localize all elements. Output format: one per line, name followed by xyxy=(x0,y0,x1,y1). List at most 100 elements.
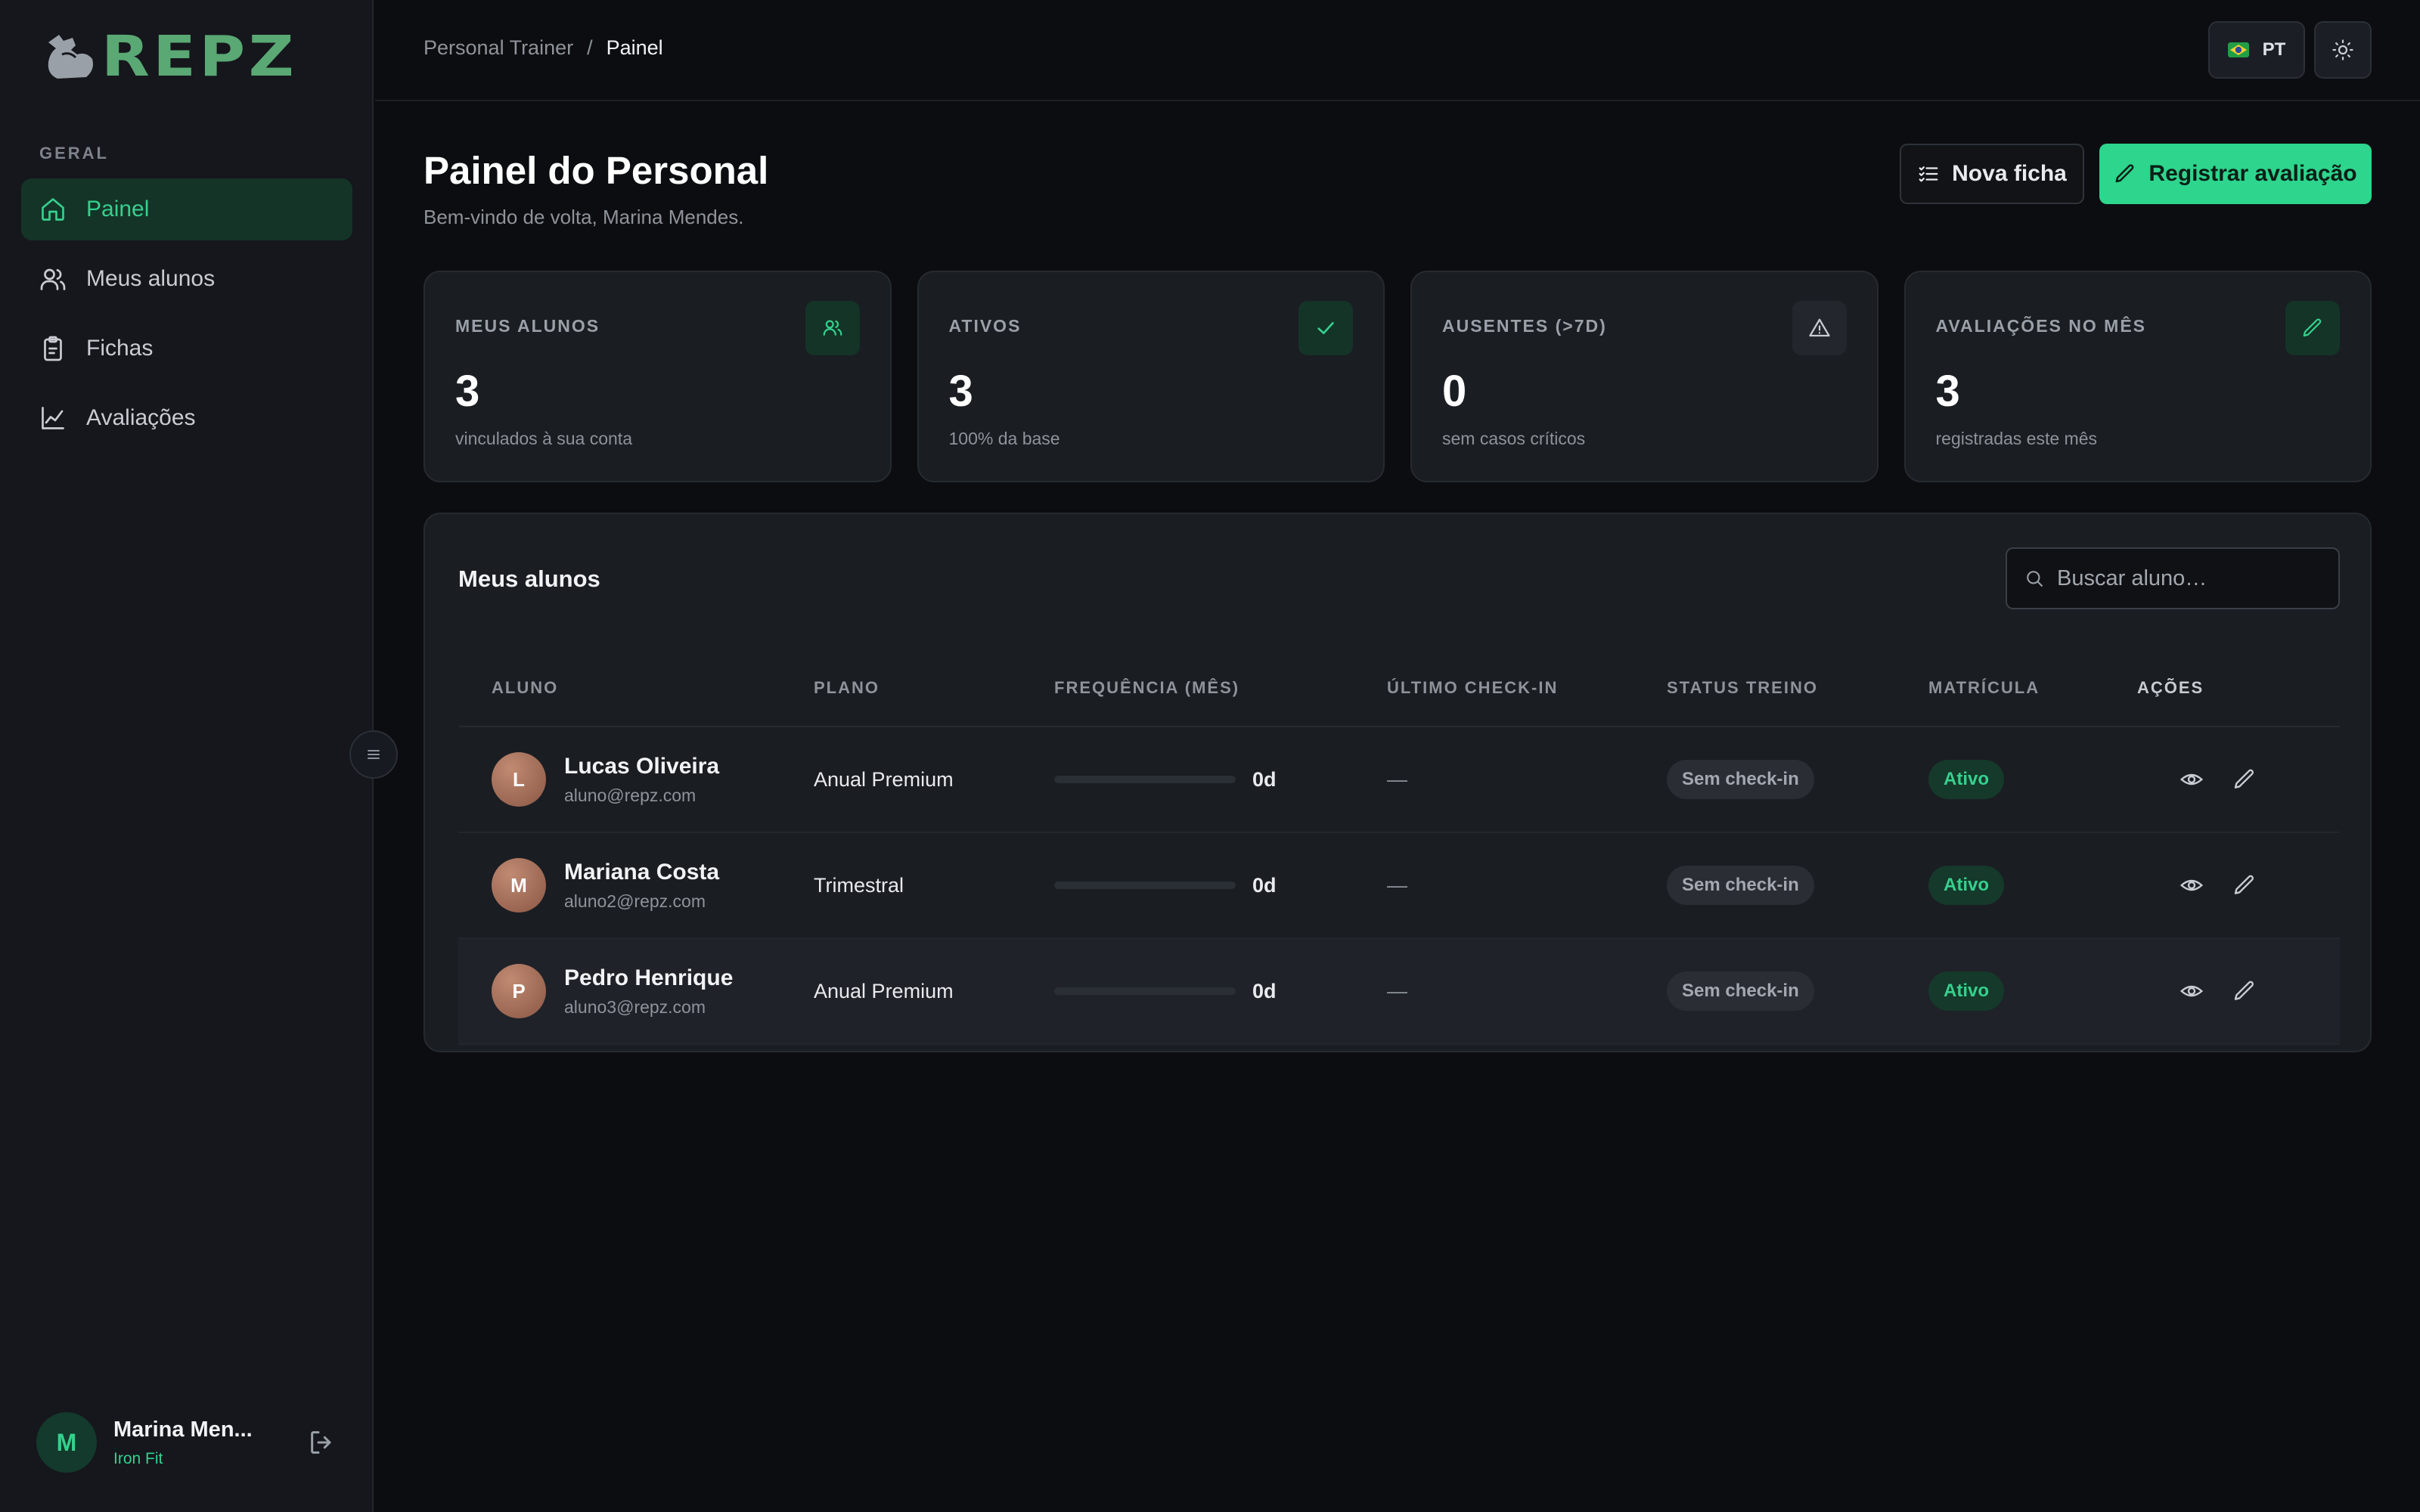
status-badge: Sem check-in xyxy=(1667,971,1814,1011)
stat-card-my-students: MEUS ALUNOS 3 vinculados à sua conta xyxy=(424,271,892,482)
pencil-icon xyxy=(2115,164,2134,183)
stat-card-active: ATIVOS 3 100% da base xyxy=(917,271,1385,482)
column-header-frequency[interactable]: FREQUÊNCIA (MÊS) xyxy=(1054,678,1387,698)
logo-wordmark: REPZ xyxy=(101,24,298,89)
sidebar-item-painel[interactable]: Painel xyxy=(21,178,352,240)
student-email: aluno@repz.com xyxy=(564,785,697,805)
pencil-icon[interactable] xyxy=(2232,873,2257,897)
sidebar-item-avaliacoes[interactable]: Avaliações xyxy=(21,387,352,449)
page-subtitle: Bem-vindo de volta, Marina Mendes. xyxy=(424,206,744,228)
search-input[interactable] xyxy=(2057,565,2329,591)
student-plan: Anual Premium xyxy=(814,979,954,1002)
status-badge: Sem check-in xyxy=(1667,866,1814,905)
stat-label: MEUS ALUNOS xyxy=(455,316,600,336)
app-logo[interactable]: REPZ xyxy=(42,29,294,85)
sidebar-item-label: Painel xyxy=(86,197,150,222)
table-row[interactable]: P Pedro Henrique aluno3@repz.com Anual P… xyxy=(458,939,2340,1045)
sidebar-item-fichas[interactable]: Fichas xyxy=(21,318,352,380)
stat-value: 0 xyxy=(1442,367,1467,416)
frequency-value: 0d xyxy=(1252,873,1277,897)
frequency-bar xyxy=(1054,881,1236,889)
column-header-student[interactable]: ALUNO xyxy=(458,678,814,698)
topbar: Personal Trainer / Painel PT xyxy=(375,0,2420,101)
enrollment-badge: Ativo xyxy=(1928,971,2004,1011)
user-name: Marina Men... xyxy=(113,1417,253,1442)
brazil-flag-icon xyxy=(2227,42,2249,57)
stat-label: AVALIAÇÕES NO MÊS xyxy=(1935,316,2146,336)
table-row[interactable]: L Lucas Oliveira aluno@repz.com Anual Pr… xyxy=(458,727,2340,833)
breadcrumb-parent[interactable]: Personal Trainer xyxy=(424,36,573,60)
language-label: PT xyxy=(2262,39,2286,60)
search-icon xyxy=(2027,571,2043,587)
last-checkin: — xyxy=(1387,979,1407,1002)
sidebar: REPZ GERAL Painel Meus alunos Fichas Ava… xyxy=(0,0,374,1512)
logout-icon[interactable] xyxy=(307,1427,337,1458)
stat-value: 3 xyxy=(948,367,973,416)
check-icon xyxy=(1298,301,1353,355)
chart-line-icon xyxy=(42,407,64,429)
avatar: L xyxy=(492,752,546,807)
stat-description: 100% da base xyxy=(948,429,1060,448)
student-email: aluno3@repz.com xyxy=(564,996,706,1017)
user-organization: Iron Fit xyxy=(113,1449,163,1467)
column-header-plan[interactable]: PLANO xyxy=(814,678,1054,698)
search-box[interactable] xyxy=(2006,547,2340,609)
avatar: M xyxy=(36,1412,97,1473)
breadcrumb-current: Painel xyxy=(606,36,663,59)
stat-card-absent: AUSENTES (>7D) 0 sem casos críticos xyxy=(1410,271,1879,482)
sidebar-item-label: Avaliações xyxy=(86,405,196,430)
sidebar-item-label: Fichas xyxy=(86,336,154,361)
warning-icon xyxy=(1792,301,1847,355)
eye-icon[interactable] xyxy=(2180,873,2204,897)
status-badge: Sem check-in xyxy=(1667,760,1814,799)
avatar: P xyxy=(492,964,546,1018)
sidebar-item-meus-alunos[interactable]: Meus alunos xyxy=(21,248,352,310)
column-header-training-status[interactable]: STATUS TREINO xyxy=(1667,678,1928,698)
enrollment-badge: Ativo xyxy=(1928,760,2004,799)
stat-description: sem casos críticos xyxy=(1442,429,1586,448)
student-name: Mariana Costa xyxy=(564,859,720,885)
pencil-icon[interactable] xyxy=(2232,979,2257,1003)
sun-icon xyxy=(2332,39,2353,60)
students-panel: Meus alunos ALUNO PLANO FREQUÊNCIA (MÊS)… xyxy=(424,513,2372,1052)
stats-row: MEUS ALUNOS 3 vinculados à sua conta ATI… xyxy=(424,271,2372,482)
student-name: Lucas Oliveira xyxy=(564,753,720,779)
student-plan: Anual Premium xyxy=(814,767,954,791)
eye-icon[interactable] xyxy=(2180,767,2204,792)
student-email: aluno2@repz.com xyxy=(564,891,706,911)
theme-toggle-button[interactable] xyxy=(2314,21,2372,79)
last-checkin: — xyxy=(1387,873,1407,897)
user-profile[interactable]: M Marina Men... Iron Fit xyxy=(36,1412,346,1473)
register-assessment-button[interactable]: Registrar avaliação xyxy=(2099,144,2372,204)
new-sheet-button[interactable]: Nova ficha xyxy=(1900,144,2084,204)
table-row[interactable]: M Mariana Costa aluno2@repz.com Trimestr… xyxy=(458,833,2340,939)
register-assessment-label: Registrar avaliação xyxy=(2149,161,2357,186)
column-header-actions: AÇÕES xyxy=(2137,678,2204,697)
column-header-enrollment[interactable]: MATRÍCULA xyxy=(1928,678,2137,698)
column-header-last-checkin[interactable]: ÚLTIMO CHECK-IN xyxy=(1387,678,1667,698)
pencil-icon[interactable] xyxy=(2232,767,2257,792)
student-name: Pedro Henrique xyxy=(564,965,734,990)
flexed-arm-icon xyxy=(48,35,93,79)
frequency-value: 0d xyxy=(1252,767,1277,791)
stat-value: 3 xyxy=(1935,367,1960,416)
stat-label: AUSENTES (>7D) xyxy=(1442,316,1607,336)
users-icon xyxy=(40,268,66,290)
collapse-sidebar-button[interactable] xyxy=(349,730,398,779)
language-selector-button[interactable]: PT xyxy=(2208,21,2305,79)
nav-section-label: GERAL xyxy=(39,144,109,163)
menu-icon xyxy=(368,750,380,759)
breadcrumb-separator: / xyxy=(587,36,593,59)
sidebar-nav: Painel Meus alunos Fichas Avaliações xyxy=(21,178,352,457)
stat-card-assessments: AVALIAÇÕES NO MÊS 3 registradas este mês xyxy=(1903,271,2372,482)
list-check-icon xyxy=(1919,166,1938,182)
frequency-value: 0d xyxy=(1252,979,1277,1002)
frequency-bar xyxy=(1054,987,1236,995)
student-plan: Trimestral xyxy=(814,873,904,897)
stat-description: vinculados à sua conta xyxy=(455,429,632,448)
eye-icon[interactable] xyxy=(2180,979,2204,1003)
enrollment-badge: Ativo xyxy=(1928,866,2004,905)
pencil-icon xyxy=(2285,301,2340,355)
home-icon xyxy=(42,198,64,221)
stat-value: 3 xyxy=(455,367,480,416)
